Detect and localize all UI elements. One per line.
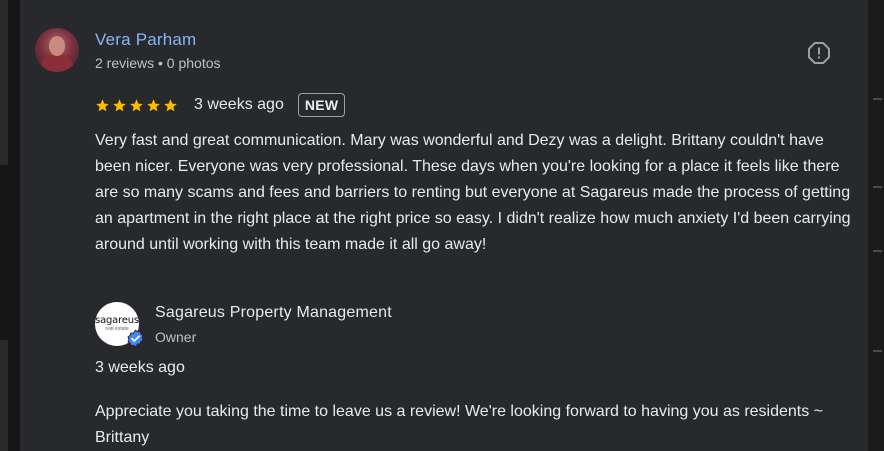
- right-edge-panel: [868, 0, 884, 451]
- star-icon: [130, 98, 143, 111]
- star-rating: [95, 98, 178, 113]
- right-edge-mark: [873, 186, 882, 188]
- star-icon: [96, 98, 109, 111]
- owner-logo-text: sagareus: [95, 315, 139, 326]
- avatar-figure-face: [49, 36, 65, 56]
- star-icon: [147, 98, 160, 111]
- owner-role: Owner: [155, 329, 197, 345]
- reviewer-avatar[interactable]: [35, 28, 79, 72]
- reviewer-meta: 2 reviews • 0 photos: [95, 55, 221, 71]
- flag-report-icon[interactable]: [807, 41, 831, 65]
- owner-reply-text: Appreciate you taking the time to leave …: [95, 403, 824, 446]
- new-badge: NEW: [297, 93, 346, 117]
- review-time: 3 weeks ago: [194, 96, 284, 113]
- reply-time: 3 weeks ago: [95, 359, 185, 376]
- star-icon: [113, 98, 126, 111]
- rating-row: 3 weeks ago NEW: [95, 91, 346, 119]
- verified-check-icon: [127, 329, 144, 348]
- right-edge-mark: [873, 98, 882, 100]
- right-edge-mark: [873, 350, 882, 352]
- reviewer-name-link[interactable]: Vera Parham: [95, 30, 196, 50]
- review-card: Vera Parham 2 reviews • 0 photos 3 weeks…: [20, 0, 868, 451]
- right-edge-mark: [873, 250, 882, 252]
- left-edge-strip-top: [0, 0, 8, 165]
- left-edge-strip-bottom: [0, 340, 8, 451]
- review-text: Very fast and great communication. Mary …: [95, 132, 851, 253]
- avatar-figure-body: [41, 54, 73, 72]
- star-icon: [164, 98, 177, 111]
- left-edge-panel: [0, 0, 20, 451]
- owner-name: Sagareus Property Management: [155, 304, 392, 321]
